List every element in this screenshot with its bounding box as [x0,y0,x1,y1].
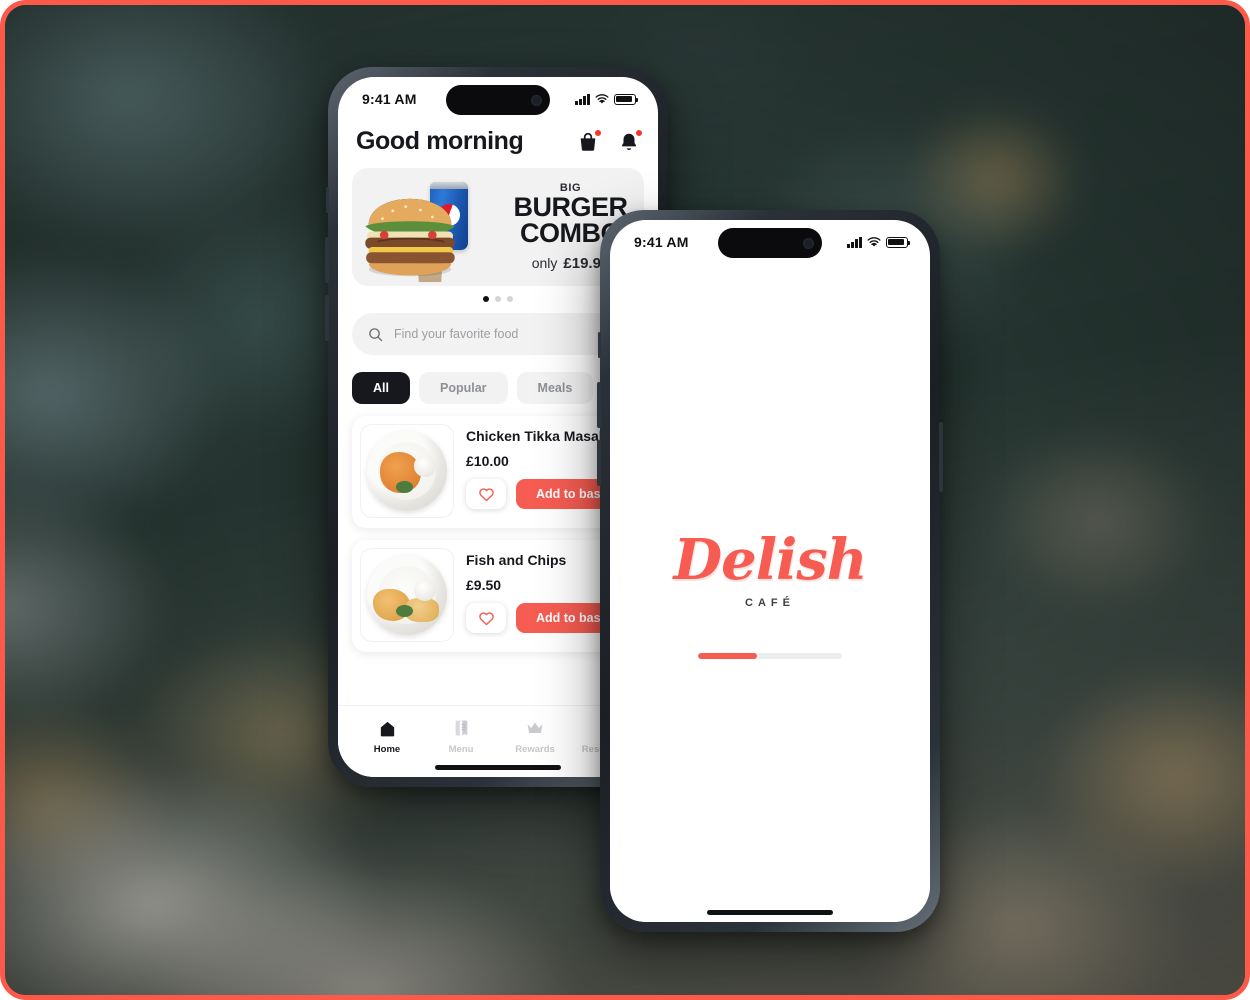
status-indicators [575,93,638,105]
phone-volume-up-button[interactable] [597,382,601,428]
front-camera-icon [531,94,542,106]
phone-mockup-splash: 9:41 AM Delish CAFÉ [597,210,943,932]
shopping-bag-button[interactable] [577,128,602,153]
tab-home-label: Home [373,744,401,755]
tab-rewards-label: Rewards [515,744,555,755]
carousel-dot-1[interactable] [483,296,489,302]
front-camera-icon [803,237,814,249]
brand-subtitle: CAFÉ [745,596,795,609]
crown-icon [527,722,543,733]
search-input[interactable] [394,327,628,341]
search-icon [369,327,383,341]
dynamic-island [718,228,822,258]
brand-logo: Delish CAFÉ [673,526,868,609]
phone-mute-switch[interactable] [598,332,601,358]
food-thumbnail [360,424,454,518]
food-thumbnail [360,548,454,642]
chip-all[interactable]: All [352,372,410,404]
burger-image [365,198,455,277]
battery-icon [614,93,638,105]
chip-popular[interactable]: Popular [418,372,508,404]
heart-icon [478,487,494,501]
menu-book-icon [455,720,467,736]
tab-menu-label: Menu [448,744,474,755]
battery-icon [886,236,910,248]
home-indicator [707,910,833,915]
status-bar: 9:41 AM [338,77,658,121]
wifi-icon [595,93,609,104]
favorite-button[interactable] [466,479,506,509]
splash-content: Delish CAFÉ [610,264,930,922]
loading-progress-fill [698,652,758,659]
promo-line-1: BURGER [513,191,628,222]
home-icon [380,721,394,737]
tab-rewards[interactable]: Rewards [498,718,572,755]
favorite-button[interactable] [466,603,506,633]
status-indicators [847,236,910,248]
greeting-row: Good morning [352,121,644,168]
phone-volume-up-button[interactable] [325,237,329,283]
framed-mockup-canvas: 9:41 AM Good morning BIG BURGER COMBO on… [0,0,1250,1000]
status-bar: 9:41 AM [610,220,930,264]
carousel-dot-2[interactable] [495,296,501,302]
notifications-button[interactable] [618,128,643,153]
phone-power-button[interactable] [939,422,943,492]
chicken-tikka-masala-image [367,431,447,511]
status-time: 9:41 AM [634,234,689,250]
phone-volume-down-button[interactable] [325,295,329,341]
bag-badge [594,128,602,137]
splash-screen: 9:41 AM Delish CAFÉ [610,220,930,922]
page-title: Good morning [356,127,524,155]
carousel-dot-3[interactable] [507,296,513,302]
signal-bars-icon [847,236,862,248]
home-indicator [435,765,561,770]
fish-and-chips-image [367,555,447,635]
tab-menu[interactable]: Menu [424,718,498,755]
phone-mute-switch[interactable] [326,187,329,213]
heart-icon [478,611,494,625]
promo-price-prefix: only [531,255,558,272]
signal-bars-icon [575,93,590,105]
phone-volume-down-button[interactable] [597,440,601,486]
header-actions [577,128,643,153]
loading-progress-bar [698,652,842,659]
dynamic-island [446,85,550,115]
tab-home[interactable]: Home [350,718,424,755]
chip-meals[interactable]: Meals [516,372,594,404]
brand-name: Delish [673,526,868,593]
promo-artwork [352,168,507,286]
status-time: 9:41 AM [362,91,417,107]
bell-badge [635,128,643,137]
wifi-icon [867,236,881,247]
